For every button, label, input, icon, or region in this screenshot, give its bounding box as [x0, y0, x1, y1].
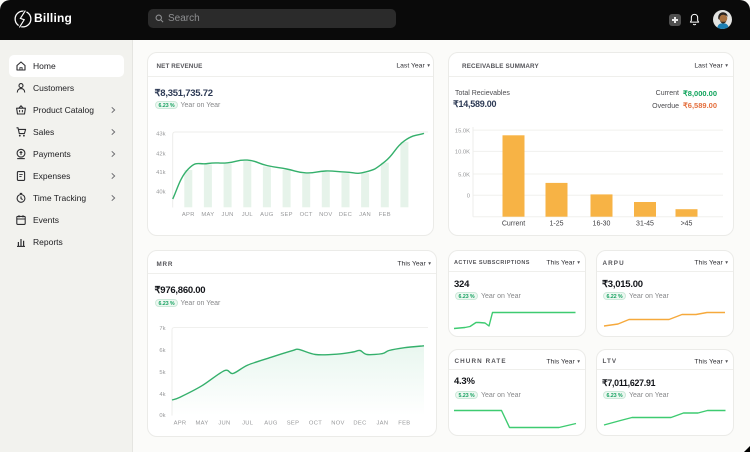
svg-text:6k: 6k — [159, 348, 165, 354]
svg-text:JUL: JUL — [242, 421, 254, 427]
svg-text:DEC: DEC — [339, 212, 352, 218]
svg-text:MAY: MAY — [195, 421, 208, 427]
svg-text:7k: 7k — [159, 326, 165, 332]
svg-text:NOV: NOV — [331, 421, 344, 427]
svg-text:MAY: MAY — [201, 212, 214, 218]
svg-text:4k: 4k — [159, 392, 165, 398]
svg-text:AUG: AUG — [264, 421, 278, 427]
svg-text:APR: APR — [182, 212, 195, 218]
svg-text:0: 0 — [467, 194, 470, 200]
svg-text:43k: 43k — [156, 132, 165, 138]
svg-text:16-30: 16-30 — [593, 221, 611, 228]
svg-text:JAN: JAN — [359, 212, 371, 218]
svg-text:42k: 42k — [156, 151, 165, 157]
svg-text:1-25: 1-25 — [549, 221, 563, 228]
svg-text:FEB: FEB — [379, 212, 391, 218]
svg-text:0k: 0k — [159, 413, 165, 419]
svg-text:DEC: DEC — [353, 421, 366, 427]
svg-text:Current: Current — [502, 221, 525, 228]
svg-text:JUL: JUL — [242, 212, 254, 218]
svg-text:SEP: SEP — [287, 421, 300, 427]
svg-text:JAN: JAN — [376, 421, 388, 427]
svg-text:OCT: OCT — [300, 212, 313, 218]
svg-text:5k: 5k — [159, 370, 165, 376]
svg-text:40k: 40k — [156, 190, 165, 196]
svg-text:15.0K: 15.0K — [455, 128, 470, 134]
svg-text:NOV: NOV — [319, 212, 332, 218]
svg-text:SEP: SEP — [280, 212, 293, 218]
svg-text:OCT: OCT — [309, 421, 322, 427]
svg-text:JUN: JUN — [222, 212, 234, 218]
svg-text:10.0K: 10.0K — [455, 150, 470, 156]
svg-text:>45: >45 — [681, 221, 693, 228]
svg-text:JUN: JUN — [218, 421, 230, 427]
svg-text:AUG: AUG — [260, 212, 274, 218]
svg-text:31-45: 31-45 — [636, 221, 654, 228]
svg-text:41k: 41k — [156, 170, 165, 176]
svg-text:FEB: FEB — [398, 421, 410, 427]
svg-text:5.0K: 5.0K — [458, 172, 470, 178]
svg-text:APR: APR — [174, 421, 187, 427]
